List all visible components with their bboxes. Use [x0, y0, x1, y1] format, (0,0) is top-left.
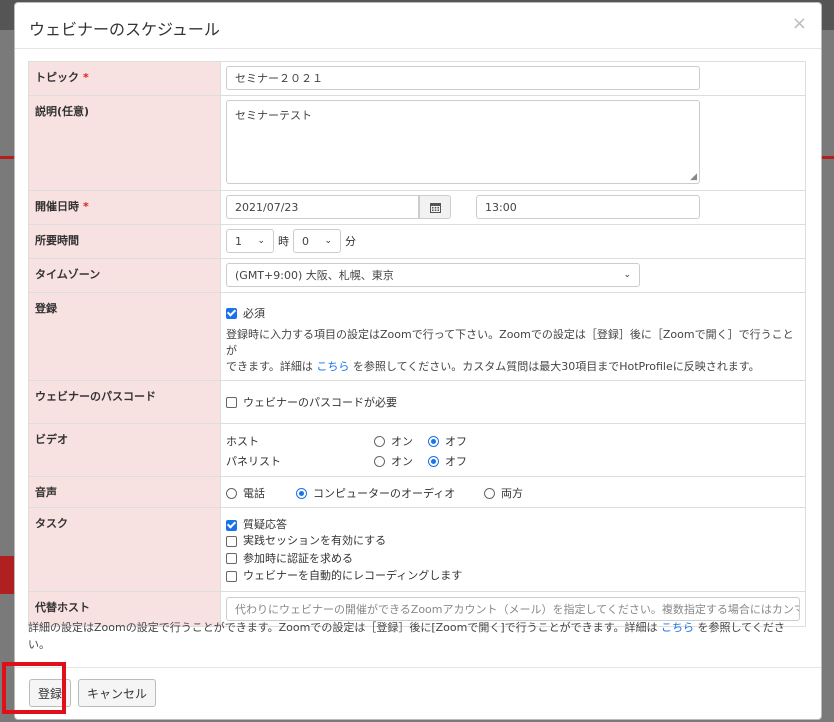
- audio-row: 音声 電話 コンピューターのオーディオ 両方: [28, 476, 806, 508]
- video-panelist-label: パネリスト: [226, 455, 281, 468]
- video-panelist-off-radio[interactable]: オフ: [428, 453, 467, 469]
- radio-icon: [226, 487, 237, 499]
- chevron-down-icon: ⌄: [257, 236, 265, 246]
- topic-input[interactable]: セミナー２０２１: [226, 66, 700, 90]
- registration-row: 登録 必須 登録時に入力する項目の設定はZoomで行って下さい。Zoomでの設定…: [28, 292, 806, 381]
- task-qa-checkbox[interactable]: 質疑応答: [226, 517, 287, 533]
- date-input[interactable]: 2021/07/23: [226, 195, 419, 219]
- modal-header: ウェビナーのスケジュール ×: [15, 3, 821, 49]
- cancel-button[interactable]: キャンセル: [78, 679, 156, 707]
- tasks-label: タスク: [28, 507, 221, 592]
- chevron-down-icon: ⌄: [324, 236, 332, 246]
- topic-row: トピック * セミナー２０２１: [28, 61, 806, 96]
- video-host-label: ホスト: [226, 435, 259, 448]
- background-accent-line: [0, 156, 14, 159]
- background-accent-line-right: [822, 156, 834, 159]
- description-label: 説明(任意): [28, 95, 221, 191]
- audio-phone-radio[interactable]: 電話: [226, 485, 296, 501]
- checkbox-icon: [226, 535, 237, 547]
- passcode-checkbox[interactable]: ウェビナーのパスコードが必要: [226, 394, 397, 410]
- hours-unit: 時: [278, 235, 289, 248]
- chevron-down-icon: ⌄: [623, 270, 631, 280]
- minutes-unit: 分: [345, 235, 356, 248]
- radio-icon: [428, 435, 439, 447]
- registration-required-checkbox[interactable]: 必須: [226, 305, 265, 321]
- datetime-label: 開催日時 *: [28, 190, 221, 225]
- task-auto-record-checkbox[interactable]: ウェビナーを自動的にレコーディングします: [226, 568, 462, 584]
- video-host-row: ホスト オン オフ: [226, 431, 800, 451]
- webinar-schedule-modal: ウェビナーのスケジュール × トピック * セミナー２０２１ 説明(任意) セミナ…: [14, 2, 822, 720]
- checkbox-icon: [226, 307, 237, 319]
- tasks-row: タスク 質疑応答 実践セッションを有効にする 参加時に認証を求める ウェビナーを…: [28, 507, 806, 592]
- video-row: ビデオ ホスト オン オフ パネリスト オン オフ: [28, 423, 806, 477]
- footer-help-link[interactable]: こちら: [661, 621, 694, 634]
- checkbox-icon: [226, 396, 237, 408]
- minutes-select[interactable]: 0 ⌄: [293, 229, 341, 253]
- video-label: ビデオ: [28, 423, 221, 477]
- modal-title: ウェビナーのスケジュール: [29, 20, 220, 39]
- timezone-select[interactable]: (GMT+9:00) 大阪、札幌、東京 ⌄: [226, 263, 640, 287]
- video-panelist-row: パネリスト オン オフ: [226, 451, 800, 471]
- webinar-form: トピック * セミナー２０２１ 説明(任意) セミナーテスト ◢ 開催日時 * 20…: [28, 61, 806, 627]
- time-input[interactable]: 13:00: [476, 195, 700, 219]
- hours-select[interactable]: 1 ⌄: [226, 229, 274, 253]
- topic-label: トピック *: [28, 61, 221, 96]
- resize-handle-icon[interactable]: ◢: [690, 172, 697, 182]
- checkbox-icon: [226, 570, 237, 582]
- audio-label: 音声: [28, 476, 221, 508]
- radio-icon: [374, 455, 385, 467]
- duration-label: 所要時間: [28, 224, 221, 259]
- radio-icon: [374, 435, 385, 447]
- video-host-off-radio[interactable]: オフ: [428, 433, 467, 449]
- passcode-row: ウェビナーのパスコード ウェビナーのパスコードが必要: [28, 380, 806, 424]
- footer-note: 詳細の設定はZoomの設定で行うことができます。Zoomでの設定は［登録］後に[…: [28, 621, 785, 651]
- checkbox-icon: [226, 553, 237, 564]
- alt-host-input[interactable]: 代わりにウェビナーの開催ができるZoomアカウント（メール）を指定してください。…: [226, 596, 800, 621]
- registration-help-link[interactable]: こちら: [316, 360, 349, 373]
- radio-icon: [296, 487, 307, 499]
- register-button-highlight: [2, 662, 66, 714]
- video-host-on-radio[interactable]: オン: [374, 433, 428, 449]
- radio-icon: [484, 487, 495, 499]
- timezone-row: タイムゾーン (GMT+9:00) 大阪、札幌、東京 ⌄: [28, 258, 806, 293]
- registration-note: 登録時に入力する項目の設定はZoomで行って下さい。Zoomでの設定は［登録］後…: [226, 328, 794, 373]
- registration-label: 登録: [28, 292, 221, 381]
- checkbox-icon: [226, 519, 237, 531]
- video-panelist-on-radio[interactable]: オン: [374, 453, 428, 469]
- description-value: セミナーテスト: [235, 109, 312, 122]
- background-accent-block: [0, 556, 14, 594]
- audio-computer-radio[interactable]: コンピューターのオーディオ: [296, 485, 484, 501]
- audio-both-radio[interactable]: 両方: [484, 485, 523, 501]
- task-authentication-checkbox[interactable]: 参加時に認証を求める: [226, 551, 353, 567]
- calendar-button[interactable]: [419, 195, 451, 219]
- description-textarea[interactable]: セミナーテスト ◢: [226, 100, 700, 184]
- description-row: 説明(任意) セミナーテスト ◢: [28, 95, 806, 191]
- calendar-icon: [429, 202, 441, 213]
- radio-icon: [428, 455, 439, 467]
- close-icon[interactable]: ×: [792, 13, 807, 34]
- timezone-label: タイムゾーン: [28, 258, 221, 293]
- passcode-label: ウェビナーのパスコード: [28, 380, 221, 424]
- duration-row: 所要時間 1 ⌄ 時 0 ⌄ 分: [28, 224, 806, 259]
- datetime-row: 開催日時 * 2021/07/23 13:00: [28, 190, 806, 225]
- footer-divider: [15, 667, 821, 668]
- task-practice-session-checkbox[interactable]: 実践セッションを有効にする: [226, 533, 386, 549]
